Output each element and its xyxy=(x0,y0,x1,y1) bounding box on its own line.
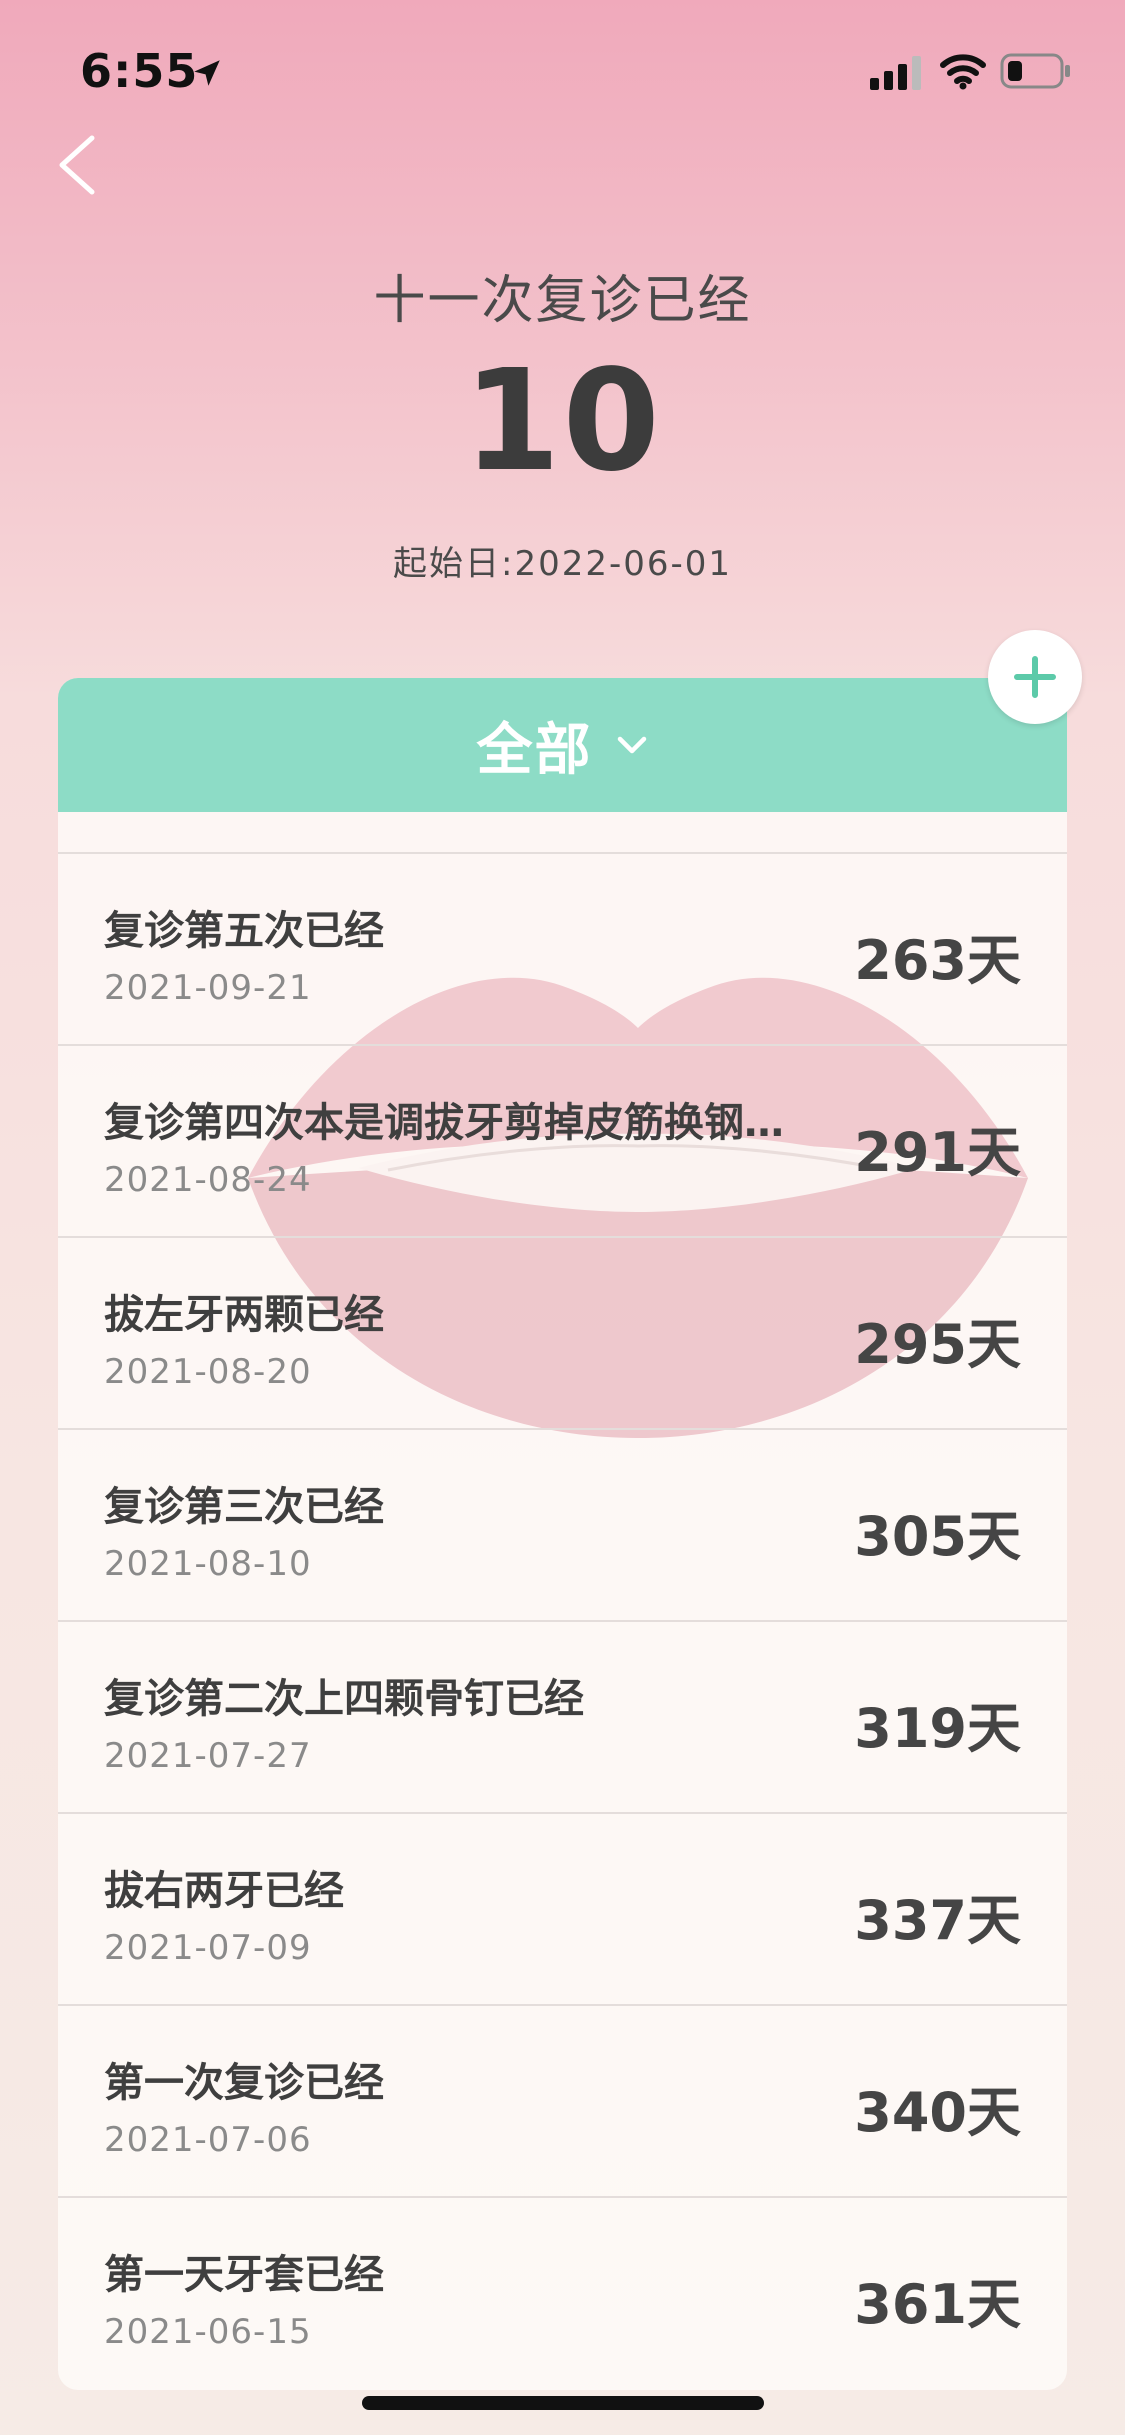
chevron-down-icon xyxy=(617,736,646,754)
list-item[interactable]: 第一天牙套已经 2021-06-15 361天 xyxy=(58,2196,1067,2388)
days-number: 319 xyxy=(854,1697,967,1760)
days-unit: 天 xyxy=(967,2081,1021,2144)
days-number: 295 xyxy=(854,1313,967,1376)
item-date: 2021-07-06 xyxy=(104,2120,312,2160)
item-days: 263天 xyxy=(854,916,1021,995)
days-number: 263 xyxy=(854,929,967,992)
item-days: 291天 xyxy=(854,1108,1021,1187)
item-days: 319天 xyxy=(854,1684,1021,1763)
days-unit: 天 xyxy=(967,929,1021,992)
plus-icon xyxy=(1014,656,1056,698)
item-date: 2021-07-09 xyxy=(104,1928,312,1968)
status-time: 6:55 xyxy=(80,44,199,98)
item-date: 2021-07-27 xyxy=(104,1736,312,1776)
item-days: 340天 xyxy=(854,2068,1021,2147)
item-title: 拔左牙两颗已经 xyxy=(104,1292,384,1338)
item-days: 361天 xyxy=(854,2260,1021,2339)
add-button[interactable] xyxy=(988,630,1082,724)
start-date-label: 起始日: xyxy=(392,544,515,584)
days-unit: 天 xyxy=(967,2273,1021,2336)
item-title: 复诊第五次已经 xyxy=(104,908,384,954)
status-bar: 6:55 xyxy=(0,0,1125,140)
signal-icon xyxy=(870,56,921,90)
list-item[interactable]: 第一次复诊已经 2021-07-06 340天 xyxy=(58,2004,1067,2196)
days-number: 291 xyxy=(854,1121,967,1184)
back-button[interactable] xyxy=(52,130,112,200)
day-count: 10 xyxy=(463,340,662,503)
events-card: 全部 复诊第五次已经 2021-09-21 263天 复诊第四次本是调拔牙剪掉皮… xyxy=(58,678,1067,2390)
days-number: 305 xyxy=(854,1505,967,1568)
filter-label: 全部 xyxy=(476,717,593,783)
days-unit: 天 xyxy=(967,1889,1021,1952)
item-days: 295天 xyxy=(854,1300,1021,1379)
days-number: 361 xyxy=(854,2273,967,2336)
list-item[interactable]: 拔左牙两颗已经 2021-08-20 295天 xyxy=(58,1236,1067,1428)
item-date: 2021-08-20 xyxy=(104,1352,312,1392)
list-item[interactable]: 拔右两牙已经 2021-07-09 337天 xyxy=(58,1812,1067,2004)
days-unit: 天 xyxy=(967,1313,1021,1376)
list-item[interactable]: 复诊第二次上四颗骨钉已经 2021-07-27 319天 xyxy=(58,1620,1067,1812)
days-unit: 天 xyxy=(967,1505,1021,1568)
list-item[interactable]: 复诊第三次已经 2021-08-10 305天 xyxy=(58,1428,1067,1620)
days-unit: 天 xyxy=(967,1121,1021,1184)
item-title: 复诊第三次已经 xyxy=(104,1484,384,1530)
days-unit: 天 xyxy=(967,1697,1021,1760)
item-title: 复诊第四次本是调拔牙剪掉皮筋换钢… xyxy=(104,1100,784,1146)
start-date: 起始日:2022-06-01 xyxy=(0,536,1125,585)
item-days: 305天 xyxy=(854,1492,1021,1571)
events-list: 复诊第五次已经 2021-09-21 263天 复诊第四次本是调拔牙剪掉皮筋换钢… xyxy=(58,852,1067,2388)
item-title: 拔右两牙已经 xyxy=(104,1868,344,1914)
item-date: 2021-08-10 xyxy=(104,1544,312,1584)
item-title: 第一天牙套已经 xyxy=(104,2252,384,2298)
item-days: 337天 xyxy=(854,1876,1021,1955)
home-indicator[interactable] xyxy=(362,2396,764,2410)
filter-dropdown[interactable]: 全部 xyxy=(58,678,1067,812)
start-date-value: 2022-06-01 xyxy=(514,544,733,584)
item-date: 2021-06-15 xyxy=(104,2312,312,2352)
item-title: 复诊第二次上四颗骨钉已经 xyxy=(104,1676,584,1722)
item-date: 2021-08-24 xyxy=(104,1160,312,1200)
item-date: 2021-09-21 xyxy=(104,968,312,1008)
item-title: 第一次复诊已经 xyxy=(104,2060,384,2106)
page-title: 十一次复诊已经 xyxy=(373,271,752,331)
wifi-icon xyxy=(940,54,986,90)
list-item[interactable]: 复诊第四次本是调拔牙剪掉皮筋换钢… 2021-08-24 291天 xyxy=(58,1044,1067,1236)
battery-icon xyxy=(1000,53,1070,89)
days-number: 337 xyxy=(854,1889,967,1952)
days-number: 340 xyxy=(854,2081,967,2144)
location-arrow-icon xyxy=(194,60,220,86)
list-item[interactable]: 复诊第五次已经 2021-09-21 263天 xyxy=(58,852,1067,1044)
